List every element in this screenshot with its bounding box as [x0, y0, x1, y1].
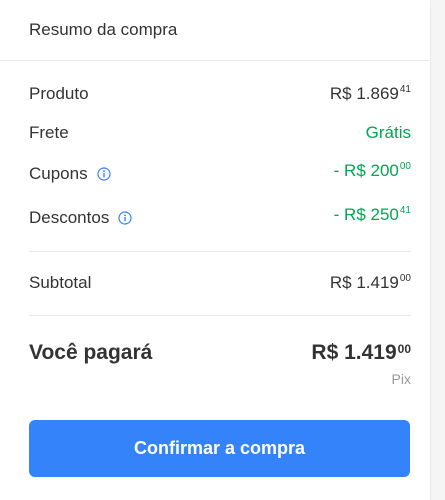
cupons-price: - R$ 200 00	[334, 161, 411, 181]
descontos-price-cents: 41	[399, 205, 411, 216]
descontos-row: Descontos - R$ 250 41	[29, 205, 411, 230]
frete-value: Grátis	[365, 123, 411, 142]
total-price: R$ 1.419 00	[311, 341, 411, 365]
total-label: Você pagará	[29, 341, 153, 364]
divider	[29, 251, 411, 252]
total-price-int: R$ 1.419	[311, 341, 397, 364]
produto-price-int: R$ 1.869	[329, 84, 399, 103]
produto-price: R$ 1.869 41	[330, 84, 411, 104]
descontos-price-int: - R$ 250	[333, 205, 399, 224]
divider	[29, 315, 411, 316]
info-icon[interactable]	[97, 167, 111, 181]
cupons-price-int: - R$ 200	[333, 161, 399, 180]
subtotal-price-int: R$ 1.419	[329, 273, 399, 292]
frete-label: Frete	[29, 123, 69, 142]
cupons-label: Cupons	[29, 164, 88, 183]
cupons-label-wrap: Cupons	[29, 164, 111, 184]
subtotal-price-cents: 00	[399, 273, 411, 284]
total-row: Você pagará R$ 1.419 00	[29, 339, 411, 367]
cupons-row: Cupons - R$ 200 00	[29, 161, 411, 186]
descontos-label: Descontos	[29, 208, 110, 227]
summary-body: Produto R$ 1.869 41 Frete Grátis Cupons	[0, 82, 430, 387]
descontos-price: - R$ 250 41	[334, 205, 411, 225]
info-icon[interactable]	[118, 211, 132, 225]
purchase-summary-card: Resumo da compra Produto R$ 1.869 41 Fre…	[0, 0, 430, 500]
subtotal-row: Subtotal R$ 1.419 00	[29, 271, 411, 295]
produto-label: Produto	[29, 84, 89, 103]
produto-row: Produto R$ 1.869 41	[29, 82, 411, 106]
subtotal-label: Subtotal	[29, 273, 92, 292]
total-price-cents: 00	[397, 342, 411, 356]
subtotal-price: R$ 1.419 00	[330, 273, 411, 293]
produto-price-cents: 41	[399, 84, 411, 95]
summary-title: Resumo da compra	[29, 20, 178, 39]
frete-row: Frete Grátis	[29, 121, 411, 145]
summary-header: Resumo da compra	[0, 0, 430, 61]
payment-method: Pix	[391, 371, 411, 387]
cupons-price-cents: 00	[399, 161, 411, 172]
descontos-label-wrap: Descontos	[29, 208, 132, 228]
confirm-purchase-button[interactable]: Confirmar a compra	[29, 420, 410, 477]
